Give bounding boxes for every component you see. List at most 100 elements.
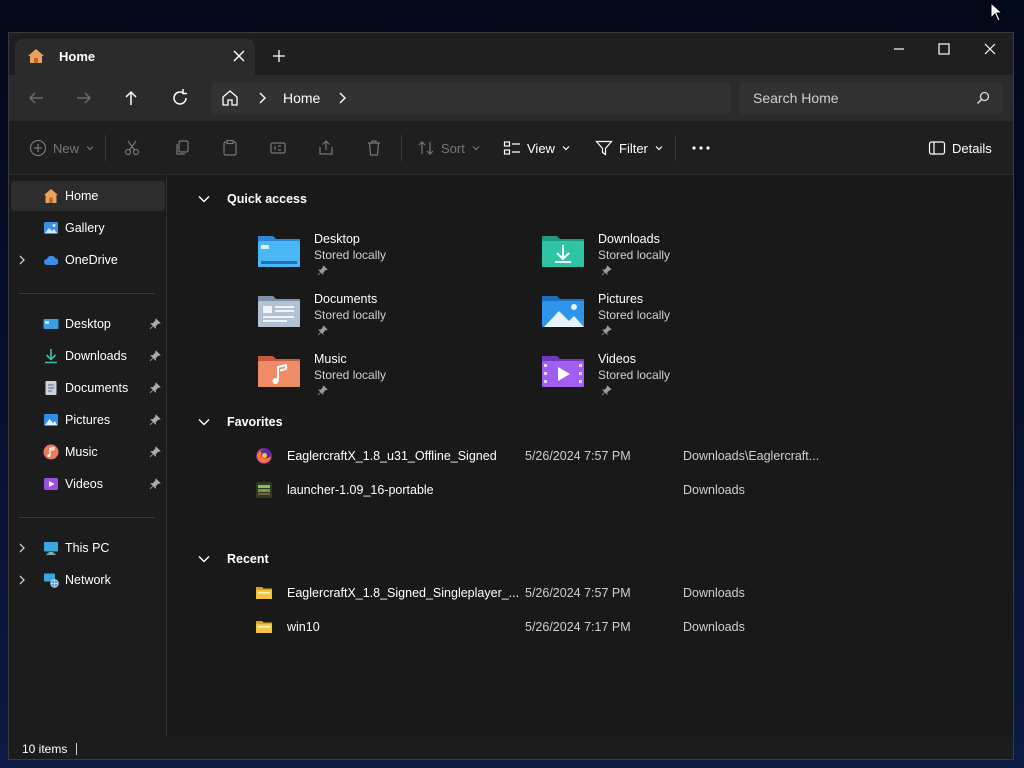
quick-access-name: Desktop <box>314 232 360 246</box>
details-button[interactable]: Details <box>928 136 992 160</box>
search-input[interactable]: Search Home <box>739 82 1003 114</box>
sidebar-item-documents[interactable]: Documents <box>11 373 165 403</box>
search-icon[interactable] <box>975 90 991 106</box>
recent-row[interactable]: EaglercraftX_1.8_Signed_Singleplayer_...… <box>253 580 993 606</box>
section-recent[interactable]: Recent <box>197 549 269 569</box>
quick-access-status: Stored locally <box>598 368 671 382</box>
back-arrow-icon[interactable] <box>25 87 47 109</box>
filter-label: Filter <box>619 140 648 156</box>
quick-access-pictures[interactable]: Pictures Stored locally <box>541 288 801 344</box>
downloads-folder-icon <box>542 236 584 267</box>
quick-access-name: Music <box>314 352 347 366</box>
sidebar-item-home[interactable]: Home <box>11 181 165 211</box>
sidebar-item-music[interactable]: Music <box>11 437 165 467</box>
cut-button[interactable] <box>123 136 141 160</box>
copy-icon <box>176 140 189 155</box>
file-location: Downloads <box>683 586 745 600</box>
view-button[interactable]: View <box>503 136 571 160</box>
sidebar-item-downloads[interactable]: Downloads <box>11 341 165 371</box>
copy-button[interactable] <box>173 136 191 160</box>
mouse-cursor-icon <box>990 2 1004 22</box>
home-outline-icon[interactable] <box>221 89 239 107</box>
chevron-down-icon[interactable] <box>197 415 211 429</box>
sort-button[interactable]: Sort <box>417 136 481 160</box>
quick-access-videos[interactable]: Videos Stored locally <box>541 348 801 404</box>
pin-icon[interactable] <box>149 350 161 362</box>
chevron-right-icon[interactable] <box>335 90 349 106</box>
up-arrow-icon[interactable] <box>120 87 142 109</box>
pin-icon[interactable] <box>149 318 161 330</box>
documents-icon <box>45 381 57 395</box>
pin-icon <box>317 385 328 396</box>
file-location: Downloads <box>683 483 745 497</box>
folder-icon <box>256 587 272 599</box>
sidebar-item-label: OneDrive <box>65 253 118 267</box>
chevron-right-icon[interactable] <box>17 542 27 554</box>
folder-icon <box>256 621 272 633</box>
minimize-icon[interactable] <box>889 39 909 59</box>
chevron-right-icon[interactable] <box>17 574 27 586</box>
close-tab-icon[interactable] <box>229 46 249 66</box>
sidebar-item-videos[interactable]: Videos <box>11 469 165 499</box>
tab-home[interactable]: Home <box>15 39 255 75</box>
section-favorites[interactable]: Favorites <box>197 412 283 432</box>
quick-access-name: Videos <box>598 352 636 366</box>
quick-access-music[interactable]: Music Stored locally <box>257 348 517 404</box>
minecraft-launcher-icon <box>256 482 272 498</box>
new-button[interactable]: New <box>29 136 95 160</box>
maximize-icon[interactable] <box>934 39 954 59</box>
file-explorer-window: Home Home Search Home New Sort View Filt… <box>8 32 1014 760</box>
divider <box>19 293 155 294</box>
chevron-right-icon[interactable] <box>255 90 269 106</box>
new-tab-icon[interactable] <box>269 46 289 66</box>
quick-access-desktop[interactable]: Desktop Stored locally <box>257 228 517 284</box>
pin-icon[interactable] <box>149 414 161 426</box>
title-bar: Home <box>9 33 1013 75</box>
quick-access-documents[interactable]: Documents Stored locally <box>257 288 517 344</box>
quick-access-downloads[interactable]: Downloads Stored locally <box>541 228 801 284</box>
more-options-button[interactable] <box>691 136 711 160</box>
section-title: Favorites <box>227 415 283 429</box>
computer-icon <box>44 542 58 555</box>
breadcrumb-home[interactable]: Home <box>283 90 320 106</box>
favorite-row[interactable]: EaglercraftX_1.8_u31_Offline_Signed 5/26… <box>253 443 993 469</box>
desktop-folder-icon <box>258 236 300 267</box>
close-window-icon[interactable] <box>980 39 1000 59</box>
quick-access-status: Stored locally <box>598 308 671 322</box>
pin-icon[interactable] <box>149 478 161 490</box>
refresh-icon[interactable] <box>169 87 191 109</box>
sidebar-item-onedrive[interactable]: OneDrive <box>11 245 165 275</box>
text-caret <box>76 743 77 755</box>
sidebar-item-network[interactable]: Network <box>11 565 165 595</box>
paste-button[interactable] <box>221 136 239 160</box>
sidebar-item-label: Desktop <box>65 317 111 331</box>
forward-arrow-icon[interactable] <box>73 87 95 109</box>
chevron-down-icon[interactable] <box>197 552 211 566</box>
pin-icon[interactable] <box>149 446 161 458</box>
search-placeholder: Search Home <box>753 90 839 106</box>
sidebar-item-label: Home <box>65 189 99 203</box>
delete-button[interactable] <box>365 136 383 160</box>
command-bar: New Sort View Filter Details <box>9 121 1013 175</box>
divider <box>675 135 676 161</box>
share-button[interactable] <box>317 136 335 160</box>
chevron-down-icon[interactable] <box>197 192 211 206</box>
favorite-row[interactable]: launcher-1.09_16-portable Downloads <box>253 477 993 503</box>
sidebar-item-pictures[interactable]: Pictures <box>11 405 165 435</box>
pin-icon[interactable] <box>149 382 161 394</box>
sidebar-item-gallery[interactable]: Gallery <box>11 213 165 243</box>
file-name: EaglercraftX_1.8_Signed_Singleplayer_... <box>287 586 520 600</box>
section-quick-access[interactable]: Quick access <box>197 189 307 209</box>
filter-button[interactable]: Filter <box>595 136 664 160</box>
address-bar[interactable]: Home <box>211 82 731 114</box>
pin-icon <box>601 385 612 396</box>
sidebar-item-this-pc[interactable]: This PC <box>11 533 165 563</box>
rename-button[interactable] <box>269 136 287 160</box>
sidebar-item-label: Documents <box>65 381 129 395</box>
recent-row[interactable]: win10 5/26/2024 7:17 PM Downloads <box>253 614 993 640</box>
content-pane: Quick access Desktop Stored locally Down… <box>167 175 1013 737</box>
sidebar-item-desktop[interactable]: Desktop <box>11 309 165 339</box>
new-label: New <box>53 140 80 156</box>
chevron-right-icon[interactable] <box>17 254 27 266</box>
videos-folder-icon <box>542 356 584 387</box>
